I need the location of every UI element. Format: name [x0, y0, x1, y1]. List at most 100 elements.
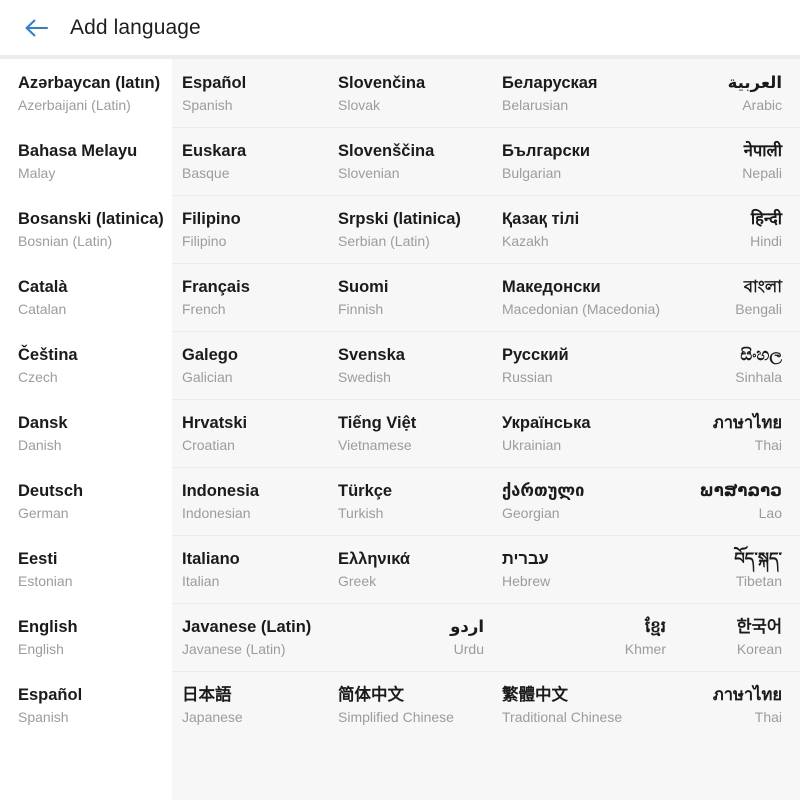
language-item[interactable]: Hrvatski Croatian: [172, 399, 330, 467]
language-item[interactable]: Javanese (Latin) Javanese (Latin): [172, 603, 330, 671]
language-english-name: Russian: [502, 369, 553, 386]
language-english-name: Bulgarian: [502, 165, 562, 182]
language-item[interactable]: Español Spanish: [0, 671, 172, 739]
language-item[interactable]: සිංහල Sinhala: [672, 331, 800, 399]
language-item[interactable]: العربية Arabic: [672, 59, 800, 127]
language-item[interactable]: English English: [0, 603, 172, 671]
language-item[interactable]: Italiano Italian: [172, 535, 330, 603]
language-item[interactable]: ქართული Georgian: [490, 467, 672, 535]
language-english-name: Hebrew: [502, 573, 551, 590]
language-item[interactable]: Eesti Estonian: [0, 535, 172, 603]
language-item[interactable]: हिन्दी Hindi: [672, 195, 800, 263]
language-native-name: Deutsch: [18, 482, 84, 500]
language-native-name: Srpski (latinica): [338, 210, 461, 228]
language-item[interactable]: Українська Ukrainian: [490, 399, 672, 467]
language-row: Català Catalan Français French Suomi Finnish М…: [0, 263, 800, 331]
language-item[interactable]: Galego Galician: [172, 331, 330, 399]
language-item[interactable]: Suomi Finnish: [330, 263, 490, 331]
language-item[interactable]: Dansk Danish: [0, 399, 172, 467]
language-native-name: Español: [182, 74, 247, 92]
language-english-name: German: [18, 505, 69, 522]
language-item[interactable]: Македонски Macedonian (Macedonia): [490, 263, 672, 331]
language-english-name: Japanese: [182, 709, 243, 726]
language-item[interactable]: 简体中文 Simplified Chinese: [330, 671, 490, 739]
language-item[interactable]: Bahasa Melayu Malay: [0, 127, 172, 195]
language-item[interactable]: 繁體中文 Traditional Chinese: [490, 671, 672, 739]
language-native-name: Bahasa Melayu: [18, 142, 138, 160]
language-native-name: Türkçe: [338, 482, 393, 500]
language-item[interactable]: Español Spanish: [172, 59, 330, 127]
language-item[interactable]: اردو Urdu: [330, 603, 490, 671]
language-native-name: ภาษาไทย: [712, 414, 782, 432]
app-header: Add language: [0, 0, 800, 55]
language-english-name: Georgian: [502, 505, 560, 522]
language-item[interactable]: Svenska Swedish: [330, 331, 490, 399]
language-native-name: Indonesia: [182, 482, 260, 500]
language-native-name: Italiano: [182, 550, 240, 568]
language-native-name: Slovenščina: [338, 142, 435, 160]
language-item[interactable]: Slovenščina Slovenian: [330, 127, 490, 195]
language-item[interactable]: Bosanski (latinica) Bosnian (Latin): [0, 195, 172, 263]
language-item[interactable]: Беларуская Belarusian: [490, 59, 672, 127]
language-item[interactable]: Azərbaycan (latın) Azerbaijani (Latin): [0, 59, 172, 127]
language-english-name: Serbian (Latin): [338, 233, 430, 250]
language-item[interactable]: Ελληνικά Greek: [330, 535, 490, 603]
language-english-name: Korean: [736, 641, 782, 658]
language-grid[interactable]: Azərbaycan (latın) Azerbaijani (Latin) Esp…: [0, 59, 800, 800]
language-english-name: Simplified Chinese: [338, 709, 454, 726]
language-item[interactable]: བོད་སྐད་ Tibetan: [672, 535, 800, 603]
language-item[interactable]: Filipino Filipino: [172, 195, 330, 263]
language-english-name: Tibetan: [735, 573, 782, 590]
language-english-name: Nepali: [742, 165, 782, 182]
language-native-name: Svenska: [338, 346, 405, 364]
language-item[interactable]: ภาษาไทย Thai: [672, 399, 800, 467]
language-item[interactable]: नेपाली Nepali: [672, 127, 800, 195]
language-english-name: English: [18, 641, 64, 658]
language-item[interactable]: ພາສາລາວ Lao: [672, 467, 800, 535]
language-item[interactable]: Русский Russian: [490, 331, 672, 399]
language-item[interactable]: Türkçe Turkish: [330, 467, 490, 535]
language-row: Eesti Estonian Italiano Italian Ελληνικά Gree…: [0, 535, 800, 603]
language-item[interactable]: Български Bulgarian: [490, 127, 672, 195]
language-native-name: Slovenčina: [338, 74, 426, 92]
language-item[interactable]: Tiếng Việt Vietnamese: [330, 399, 490, 467]
language-item[interactable]: Srpski (latinica) Serbian (Latin): [330, 195, 490, 263]
language-item[interactable]: 日本語 Japanese: [172, 671, 330, 739]
language-english-name: Croatian: [182, 437, 235, 454]
language-item[interactable]: Euskara Basque: [172, 127, 330, 195]
language-native-name: नेपाली: [743, 142, 782, 160]
language-english-name: Kazakh: [502, 233, 549, 250]
language-native-name: Català: [18, 278, 68, 296]
language-native-name: Euskara: [182, 142, 247, 160]
language-native-name: Eesti: [18, 550, 58, 568]
language-row: English English Javanese (Latin) Javanese (…: [0, 603, 800, 671]
language-english-name: Spanish: [18, 709, 69, 726]
language-native-name: Español: [18, 686, 83, 704]
language-native-name: Български: [502, 142, 591, 160]
language-english-name: Arabic: [742, 97, 782, 114]
language-english-name: Hindi: [750, 233, 782, 250]
language-item[interactable]: Català Catalan: [0, 263, 172, 331]
language-item[interactable]: 한국어 Korean: [672, 603, 800, 671]
language-item[interactable]: Français French: [172, 263, 330, 331]
language-item[interactable]: বাংলা Bengali: [672, 263, 800, 331]
language-english-name: Javanese (Latin): [182, 641, 286, 658]
language-english-name: Thai: [754, 709, 782, 726]
language-english-name: Greek: [338, 573, 377, 590]
language-row: Dansk Danish Hrvatski Croatian Tiếng Việt Vie…: [0, 399, 800, 467]
back-arrow-icon[interactable]: [18, 10, 54, 46]
language-english-name: French: [182, 301, 226, 318]
language-english-name: Indonesian: [182, 505, 251, 522]
language-item[interactable]: עברית Hebrew: [490, 535, 672, 603]
language-item[interactable]: ខ្មែរ Khmer: [490, 603, 672, 671]
language-item[interactable]: ภาษาไทย Thai: [672, 671, 800, 739]
language-native-name: বাংলা: [743, 278, 782, 296]
language-item[interactable]: Slovenčina Slovak: [330, 59, 490, 127]
language-item[interactable]: Deutsch German: [0, 467, 172, 535]
language-item[interactable]: Қазақ тілі Kazakh: [490, 195, 672, 263]
language-item[interactable]: Čeština Czech: [0, 331, 172, 399]
language-item[interactable]: Indonesia Indonesian: [172, 467, 330, 535]
language-row: Deutsch German Indonesia Indonesian Türkçe Tu…: [0, 467, 800, 535]
language-native-name: עברית: [502, 550, 549, 568]
language-english-name: Czech: [18, 369, 58, 386]
